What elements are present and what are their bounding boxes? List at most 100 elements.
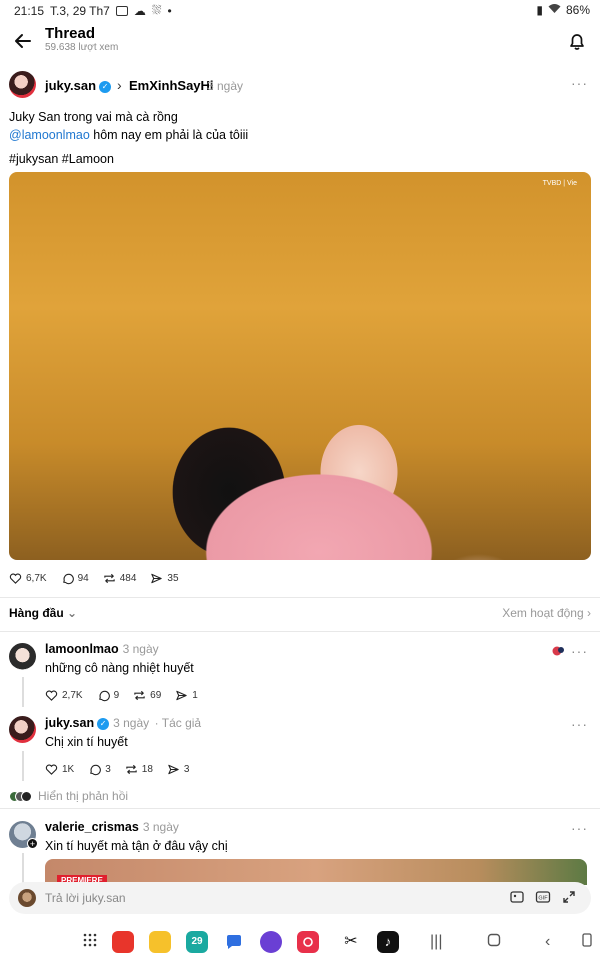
- status-bar: 21:15 T.3, 29 Th7 ☁ ⛆ • ▮ 86%: [0, 0, 600, 20]
- heart-icon: [45, 764, 58, 775]
- post-actions: 6,7K 94 484 35: [9, 572, 179, 585]
- repost-icon: [134, 690, 145, 701]
- repost-count: 69: [150, 690, 162, 701]
- repost-button[interactable]: 69: [133, 689, 161, 702]
- thread-header: Thread 59.638 lượt xem: [0, 22, 600, 62]
- repost-count: 18: [141, 764, 153, 775]
- comment-button[interactable]: 9: [97, 689, 119, 702]
- author-avatar[interactable]: [9, 71, 36, 98]
- show-replies-label: Hiển thị phản hồi: [38, 789, 129, 803]
- post-author[interactable]: juky.san ✓: [45, 78, 112, 93]
- community-name[interactable]: EmXinhSayHi: [129, 78, 214, 93]
- repost-button[interactable]: 18: [125, 763, 153, 776]
- mention-link[interactable]: @lamoonlmao: [9, 128, 90, 142]
- chevron-right-icon: ›: [117, 77, 122, 93]
- comment-icon: [62, 573, 74, 585]
- comment-icon: [90, 764, 102, 776]
- thread-line: [22, 853, 24, 883]
- no-signal-icon: ⛆: [151, 3, 162, 17]
- reply-bar[interactable]: Trả lời juky.san GIF: [9, 882, 591, 914]
- battery-saver-icon: ▮: [536, 3, 543, 17]
- internet-icon[interactable]: [260, 931, 282, 953]
- page-title: Thread: [45, 25, 96, 42]
- back-button[interactable]: [12, 30, 34, 52]
- keyboard-toggle-icon[interactable]: [582, 933, 592, 952]
- camera-icon[interactable]: [297, 931, 319, 953]
- show-replies-link[interactable]: Hiển thị phản hồi: [9, 789, 128, 803]
- bell-icon: [570, 34, 584, 50]
- reaction-icon: [552, 644, 566, 656]
- post-author-name: juky.san: [45, 78, 97, 93]
- status-date: T.3, 29 Th7: [50, 3, 110, 18]
- notifications-button[interactable]: [566, 30, 588, 52]
- gallery-notification-icon: [115, 5, 128, 16]
- expand-icon[interactable]: [561, 889, 577, 905]
- like-count: 2,7K: [62, 690, 83, 701]
- reply-input[interactable]: Trả lời juky.san: [45, 891, 126, 905]
- gif-icon[interactable]: GIF: [535, 889, 551, 905]
- comment-author[interactable]: lamoonlmao 3 ngày: [45, 642, 159, 656]
- share-count: 3: [183, 764, 190, 775]
- post-image[interactable]: TVBD | Vie: [9, 172, 591, 560]
- post-hashtags[interactable]: #jukysan #Lamoon: [9, 151, 114, 168]
- files-icon[interactable]: [149, 931, 171, 953]
- reply-more-button[interactable]: ···: [571, 716, 588, 732]
- repost-icon: [126, 764, 137, 775]
- comment-button[interactable]: 3: [88, 763, 111, 776]
- reply-author[interactable]: juky.san ✓ 3 ngày · Tác giả: [45, 716, 201, 730]
- battery-percent: 86%: [565, 3, 590, 17]
- chevron-right-icon: ›: [587, 606, 591, 620]
- gallery-icon[interactable]: [509, 889, 525, 905]
- comment-button[interactable]: 94: [61, 572, 89, 585]
- like-count: 1K: [62, 764, 75, 775]
- reply-tools: GIF: [509, 889, 577, 905]
- repost-count: 484: [119, 573, 137, 584]
- recent-apps-button[interactable]: |||: [430, 933, 442, 951]
- comment-time: 3 ngày: [142, 820, 179, 834]
- thread-line: [22, 677, 24, 707]
- view-count: 59.638 lượt xem: [45, 42, 119, 53]
- reply-avatars: [9, 790, 32, 802]
- commenter-avatar[interactable]: [9, 643, 36, 670]
- comment-text: Xin tí huyết mà tận ở đâu vậy chị: [45, 839, 228, 853]
- comment-icon: [98, 690, 110, 702]
- divider: [0, 597, 600, 598]
- comment-actions: 2,7K 9 69 1: [45, 689, 198, 702]
- flipboard-icon[interactable]: [112, 931, 134, 953]
- post-text-line-1: Juky San trong vai mà cà rồng: [9, 110, 178, 124]
- like-button[interactable]: 1K: [45, 763, 74, 776]
- follow-plus-icon[interactable]: +: [27, 838, 38, 849]
- comment-count: 94: [77, 573, 89, 584]
- verified-icon: ✓: [97, 717, 110, 730]
- app-drawer-icon[interactable]: [82, 932, 98, 953]
- sort-dropdown[interactable]: Hàng đầu ⌄: [9, 606, 77, 620]
- tiktok-icon[interactable]: ♪: [377, 931, 399, 953]
- image-watermark: TVBD | Vie: [542, 180, 577, 187]
- like-button[interactable]: 6,7K: [9, 572, 47, 585]
- send-icon: [168, 764, 179, 775]
- comment-author[interactable]: valerie_crismas 3 ngày: [45, 820, 179, 834]
- post-header: juky.san ✓ › EmXinhSayHi 3 ngày ···: [9, 71, 591, 99]
- home-button[interactable]: [487, 933, 501, 952]
- view-activity-link[interactable]: Xem hoạt động ›: [502, 606, 591, 620]
- reply-text: Chị xin tí huyết: [45, 735, 128, 749]
- like-count: 6,7K: [26, 573, 47, 584]
- like-button[interactable]: 2,7K: [45, 689, 83, 702]
- arrow-left-icon: [15, 34, 31, 48]
- post-more-button[interactable]: ···: [571, 75, 588, 91]
- sort-row: Hàng đầu ⌄ Xem hoạt động ›: [9, 606, 591, 624]
- system-nav-bar: 29 ✂ ♪ ||| ‹: [0, 922, 600, 960]
- back-nav-button[interactable]: ‹: [545, 933, 550, 951]
- share-button[interactable]: 35: [150, 572, 179, 585]
- messages-icon[interactable]: [223, 931, 245, 953]
- reply-author-avatar[interactable]: [9, 716, 36, 743]
- reply-time: 3 ngày: [113, 716, 150, 730]
- share-button[interactable]: 1: [175, 689, 198, 702]
- comment-more-button[interactable]: ···: [571, 643, 588, 659]
- comment-more-button[interactable]: ···: [571, 820, 588, 836]
- share-button[interactable]: 3: [167, 763, 190, 776]
- calendar-icon[interactable]: 29: [186, 931, 208, 953]
- repost-button[interactable]: 484: [103, 572, 137, 585]
- comment-username: valerie_crismas: [45, 820, 139, 834]
- capcut-icon[interactable]: ✂: [340, 931, 362, 953]
